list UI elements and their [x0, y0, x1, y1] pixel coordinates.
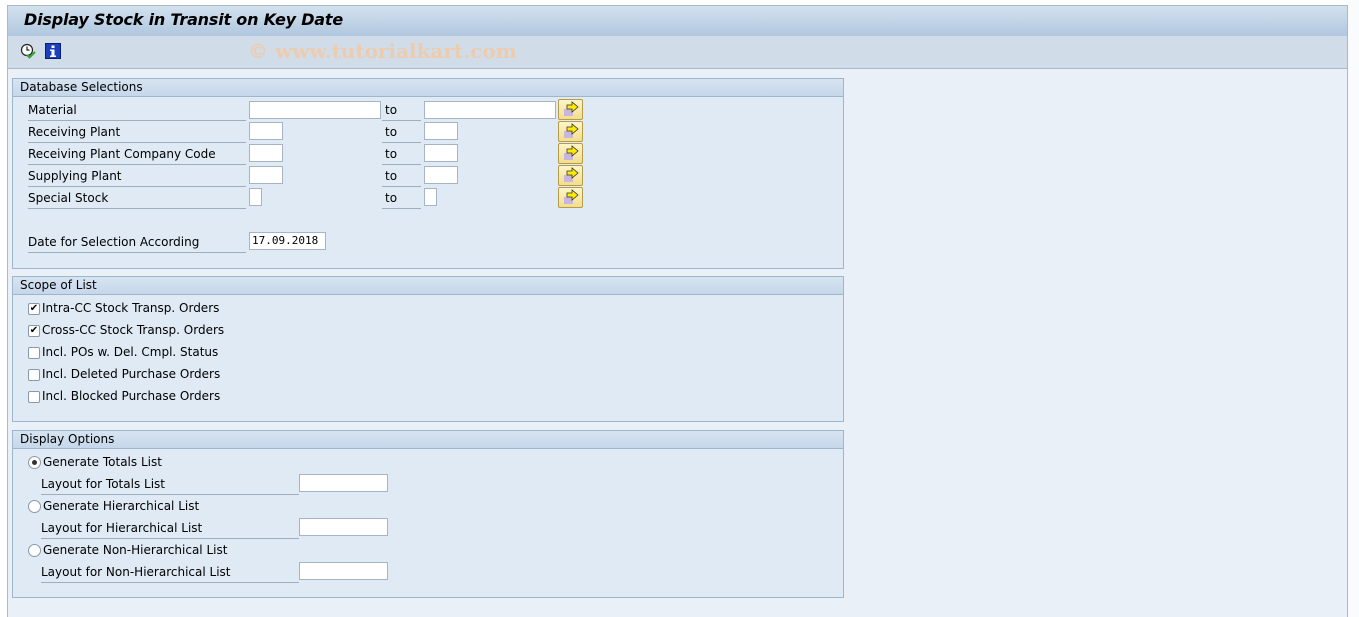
option-label: Incl. Deleted Purchase Orders: [42, 367, 221, 381]
field-label: Special Stock: [28, 188, 246, 209]
field-label: Date for Selection According: [28, 232, 246, 253]
material-to-input[interactable]: [424, 101, 556, 119]
material-from-input[interactable]: [249, 101, 381, 119]
page-title: Display Stock in Transit on Key Date: [24, 10, 344, 29]
option-label: Intra-CC Stock Transp. Orders: [42, 301, 220, 315]
field-label: Receiving Plant: [28, 122, 246, 143]
receiving-plant-to-input[interactable]: [424, 122, 458, 140]
supplying-plant-to-input[interactable]: [424, 166, 458, 184]
to-label: to: [382, 188, 421, 209]
special-stock-to-input[interactable]: [424, 188, 437, 206]
option-label: Incl. Blocked Purchase Orders: [42, 389, 221, 403]
group-title: Display Options: [13, 431, 843, 449]
layout-label: Layout for Non-Hierarchical List: [41, 562, 299, 583]
group-title: Scope of List: [13, 277, 843, 295]
option-label: Generate Non-Hierarchical List: [43, 543, 228, 557]
layout-hierarchical-input[interactable]: [299, 518, 388, 536]
multiple-selection-button[interactable]: [558, 99, 583, 120]
field-label: Material: [28, 100, 246, 121]
right-edge: [1348, 0, 1359, 617]
layout-label: Layout for Hierarchical List: [41, 518, 299, 539]
supplying-plant-from-input[interactable]: [249, 166, 283, 184]
radio[interactable]: [28, 544, 41, 557]
multiple-selection-button[interactable]: [558, 187, 583, 208]
info-icon[interactable]: [45, 43, 61, 59]
group-title: Database Selections: [13, 79, 843, 97]
title-bar: Display Stock in Transit on Key Date: [8, 5, 1347, 37]
checkbox[interactable]: [28, 347, 40, 359]
multiple-selection-button[interactable]: [558, 165, 583, 186]
option-label: Generate Hierarchical List: [43, 499, 200, 513]
multiple-selection-button[interactable]: [558, 121, 583, 142]
to-label: to: [382, 122, 421, 143]
key-date-input[interactable]: 17.09.2018: [249, 232, 326, 250]
radio-selected[interactable]: [28, 456, 41, 469]
field-label: Receiving Plant Company Code: [28, 144, 246, 165]
special-stock-from-input[interactable]: [249, 188, 262, 206]
multiple-selection-button[interactable]: [558, 143, 583, 164]
option-label: Generate Totals List: [43, 455, 162, 469]
company-code-to-input[interactable]: [424, 144, 458, 162]
company-code-from-input[interactable]: [249, 144, 283, 162]
execute-icon[interactable]: [20, 43, 36, 59]
to-label: to: [382, 144, 421, 165]
radio[interactable]: [28, 500, 41, 513]
sap-window: Display Stock in Transit on Key Date © w…: [7, 5, 1348, 617]
to-label: to: [382, 166, 421, 187]
checkbox[interactable]: [28, 369, 40, 381]
field-label: Supplying Plant: [28, 166, 246, 187]
receiving-plant-from-input[interactable]: [249, 122, 283, 140]
option-label: Incl. POs w. Del. Cmpl. Status: [42, 345, 219, 359]
layout-totals-input[interactable]: [299, 474, 388, 492]
watermark: © www.tutorialkart.com: [248, 39, 517, 63]
to-label: to: [382, 100, 421, 121]
checkbox[interactable]: [28, 391, 40, 403]
checkbox-checked[interactable]: ✔: [28, 325, 40, 337]
option-label: Cross-CC Stock Transp. Orders: [42, 323, 225, 337]
layout-non-hierarchical-input[interactable]: [299, 562, 388, 580]
checkbox-checked[interactable]: ✔: [28, 303, 40, 315]
layout-label: Layout for Totals List: [41, 474, 299, 495]
application-toolbar: © www.tutorialkart.com: [8, 36, 1347, 69]
